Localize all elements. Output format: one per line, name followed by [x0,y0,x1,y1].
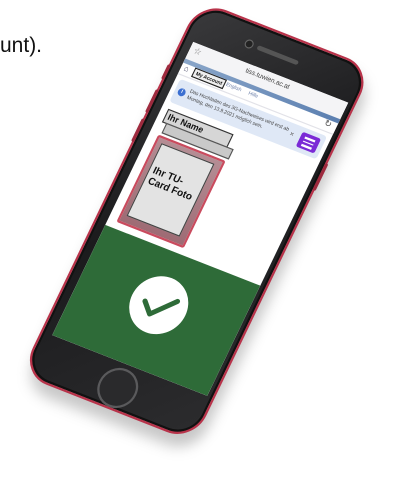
volume-down-button [130,118,146,143]
home-icon[interactable]: ⌂ [182,65,190,74]
front-camera [243,38,256,50]
check-icon [142,298,181,317]
page: unt). ☆ tiss.tuwien.ac.at ⌂ My Account E… [0,0,393,497]
earpiece-speaker [256,45,300,66]
volume-up-button [144,89,160,114]
phone-device: ☆ tiss.tuwien.ac.at ⌂ My Account English… [20,0,375,456]
phone-body: ☆ tiss.tuwien.ac.at ⌂ My Account English… [20,0,374,443]
photo-placeholder: Ihr TU-Card Foto [126,143,215,237]
menu-icon[interactable] [295,131,322,154]
photo-label: Ihr TU-Card Foto [146,164,195,203]
mute-switch [160,64,172,80]
caption-text: unt). [0,34,43,57]
close-icon[interactable]: ✕ [288,131,295,139]
check-circle [119,267,199,343]
info-icon: i [176,87,187,98]
